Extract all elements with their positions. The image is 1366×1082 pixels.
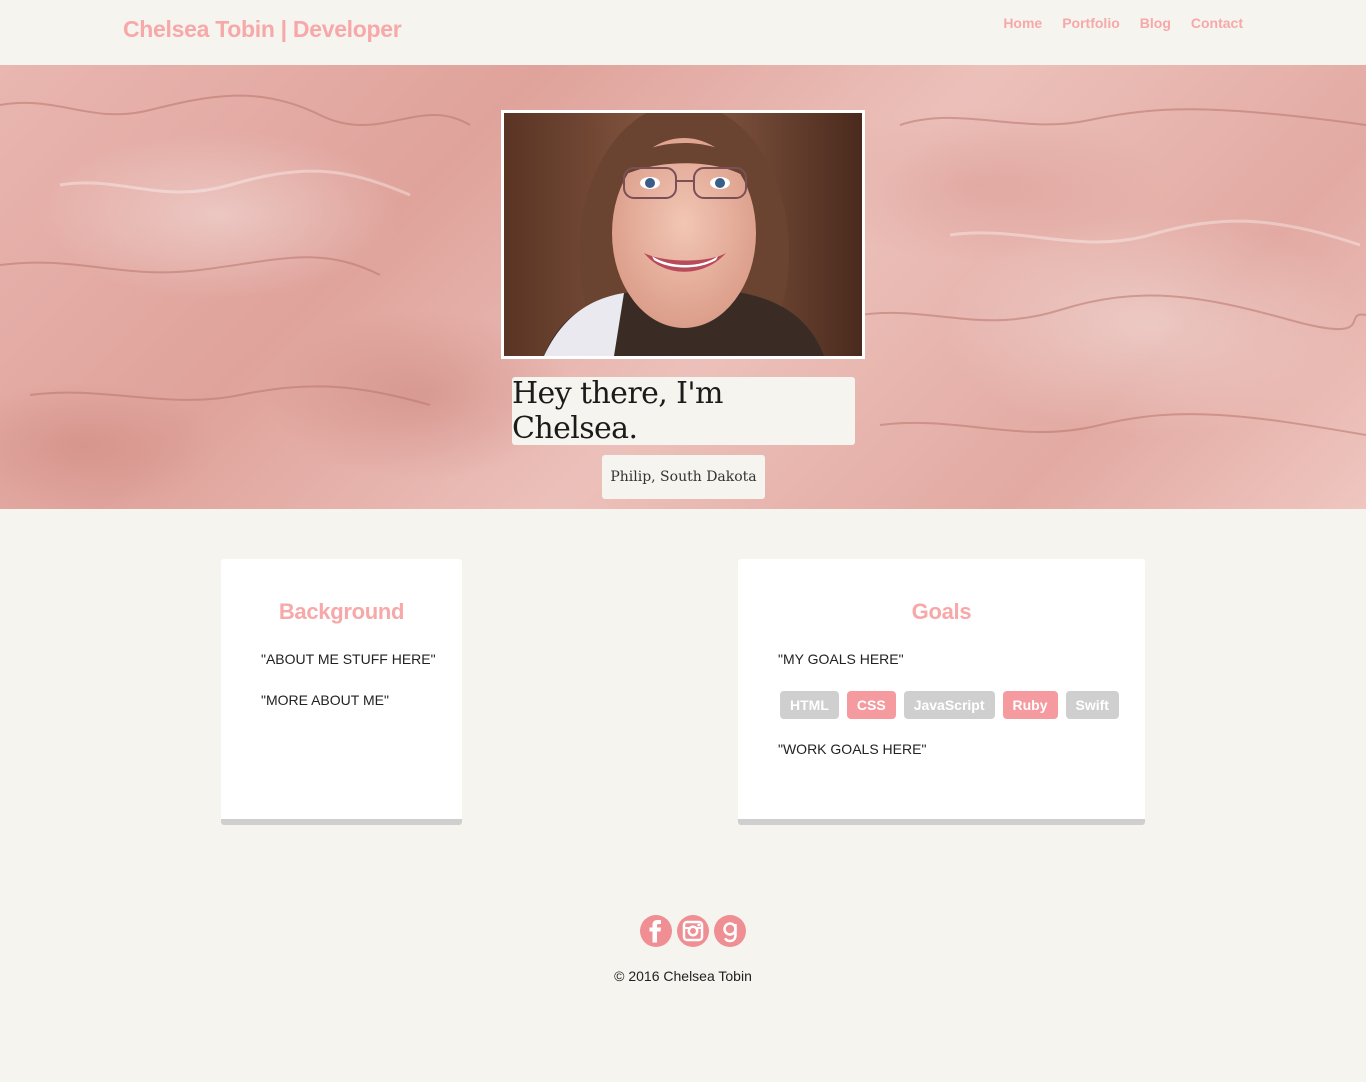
page: Chelsea Tobin | Developer Home Portfolio… xyxy=(0,0,1366,1082)
instagram-icon[interactable] xyxy=(677,915,709,947)
skill-tag-css: CSS xyxy=(846,691,896,719)
skill-tag-swift: Swift xyxy=(1065,691,1119,719)
nav-portfolio-link[interactable]: Portfolio xyxy=(1062,15,1120,31)
goals-title: Goals xyxy=(911,599,972,624)
top-bar: Chelsea Tobin | Developer Home Portfolio… xyxy=(0,0,1366,65)
goals-work: "WORK GOALS HERE" xyxy=(778,741,927,757)
skill-tag-javascript: JavaScript xyxy=(903,691,995,719)
goodreads-icon[interactable] xyxy=(714,915,746,947)
goals-card: Goals "MY GOALS HERE" HTML CSS JavaScrip… xyxy=(738,559,1145,825)
facebook-icon[interactable] xyxy=(640,915,672,947)
social-links xyxy=(640,915,746,947)
skill-tags: HTML CSS JavaScript Ruby Swift xyxy=(780,691,1119,719)
hero-greeting: Hey there, I'm Chelsea. xyxy=(512,376,855,446)
hero-location: Philip, South Dakota xyxy=(602,455,765,499)
background-line-1: "ABOUT ME STUFF HERE" xyxy=(261,651,436,667)
skill-tag-ruby: Ruby xyxy=(1002,691,1058,719)
nav-blog-link[interactable]: Blog xyxy=(1140,15,1171,31)
site-brand[interactable]: Chelsea Tobin | Developer xyxy=(123,16,402,43)
nav-home-link[interactable]: Home xyxy=(1003,15,1042,31)
main-nav: Home Portfolio Blog Contact xyxy=(1003,15,1243,31)
copyright-text: © 2016 Chelsea Tobin xyxy=(614,968,752,984)
background-card: Background "ABOUT ME STUFF HERE" "MORE A… xyxy=(221,559,462,825)
hero-banner: Hey there, I'm Chelsea. Philip, South Da… xyxy=(0,65,1366,509)
goals-intro: "MY GOALS HERE" xyxy=(778,651,904,667)
nav-contact-link[interactable]: Contact xyxy=(1191,15,1243,31)
profile-photo xyxy=(501,110,865,359)
background-title: Background xyxy=(278,599,405,624)
skill-tag-html: HTML xyxy=(780,691,839,719)
background-line-2: "MORE ABOUT ME" xyxy=(261,692,389,708)
